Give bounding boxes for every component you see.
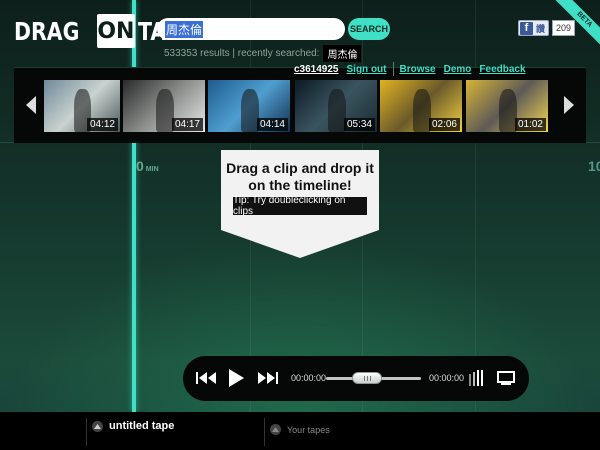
seek-knob[interactable] xyxy=(351,372,382,384)
expand-up-icon xyxy=(270,424,281,435)
timeline-start-marker: 0 MIN xyxy=(136,158,159,174)
facebook-icon: f xyxy=(520,21,533,35)
divider xyxy=(86,418,87,446)
chevron-left-icon xyxy=(26,96,36,114)
play-icon xyxy=(229,369,244,387)
facebook-like-button[interactable]: f 讚 xyxy=(518,20,550,36)
volume-bars-icon xyxy=(469,370,483,386)
clip-duration: 01:02 xyxy=(514,118,546,131)
timeline-end-marker: 10 xyxy=(588,158,600,174)
divider xyxy=(264,418,265,446)
play-button[interactable] xyxy=(226,367,246,389)
expand-up-icon xyxy=(92,420,103,432)
clip-thumbnail[interactable]: 04:12 xyxy=(44,80,120,132)
clip-thumbnail[interactable]: 02:06 xyxy=(380,80,462,132)
demo-link[interactable]: Demo xyxy=(444,64,472,75)
like-count: 209 xyxy=(552,20,576,36)
scroll-left-arrow[interactable] xyxy=(24,96,38,114)
volume-control[interactable] xyxy=(468,370,488,386)
clip-thumbnail[interactable]: 01:02 xyxy=(466,80,548,132)
clip-duration: 05:34 xyxy=(343,118,375,131)
username-link[interactable]: c3614925 xyxy=(294,64,339,75)
total-time: 00:00:00 xyxy=(429,373,465,383)
tooltip-title: Drag a clip and drop it on the timeline! xyxy=(226,160,374,193)
fast-forward-button[interactable] xyxy=(255,370,279,386)
current-tape-title: untitled tape xyxy=(109,420,175,432)
search-results-summary: 533353 results | recently searched: 周杰倫 xyxy=(164,45,362,62)
browse-link[interactable]: Browse xyxy=(400,64,436,75)
chevron-right-icon xyxy=(564,96,574,114)
user-links: c3614925 Sign out Browse Demo Feedback xyxy=(294,62,526,76)
search-query-text: 周杰倫 xyxy=(165,20,204,38)
fullscreen-button[interactable] xyxy=(496,370,516,386)
clip-duration: 04:14 xyxy=(256,118,288,131)
rewind-button[interactable] xyxy=(195,370,219,386)
recent-search-link[interactable]: 周杰倫 xyxy=(323,45,362,62)
clip-thumbnail[interactable]: 05:34 xyxy=(295,80,377,132)
clip-thumbnail[interactable]: 04:17 xyxy=(123,80,205,132)
clip-duration: 04:17 xyxy=(171,118,203,131)
current-tape[interactable]: untitled tape xyxy=(92,420,174,432)
drag-hint-tooltip: Drag a clip and drop it on the timeline!… xyxy=(221,150,379,258)
your-tapes-link[interactable]: Your tapes xyxy=(270,424,330,435)
sign-out-link[interactable]: Sign out xyxy=(347,64,387,75)
search-input[interactable]: 周杰倫 xyxy=(157,18,345,40)
clip-duration: 04:12 xyxy=(86,118,118,131)
timeline-playhead[interactable] xyxy=(132,0,136,412)
fast-forward-icon xyxy=(258,372,278,384)
clip-thumbnail[interactable]: 04:14 xyxy=(208,80,290,132)
divider xyxy=(392,62,394,76)
tooltip-hint: Tip: Try doubleclicking on clips xyxy=(233,195,367,217)
scroll-right-arrow[interactable] xyxy=(562,96,576,114)
rewind-icon xyxy=(196,372,216,384)
search-button[interactable]: SEARCH xyxy=(348,18,390,40)
fullscreen-icon xyxy=(497,371,515,385)
facebook-like-widget: f 讚 209 xyxy=(518,20,576,36)
your-tapes-label: Your tapes xyxy=(287,424,330,435)
elapsed-time: 00:00:00 xyxy=(291,373,327,383)
feedback-link[interactable]: Feedback xyxy=(479,64,525,75)
clip-duration: 02:06 xyxy=(428,118,460,131)
